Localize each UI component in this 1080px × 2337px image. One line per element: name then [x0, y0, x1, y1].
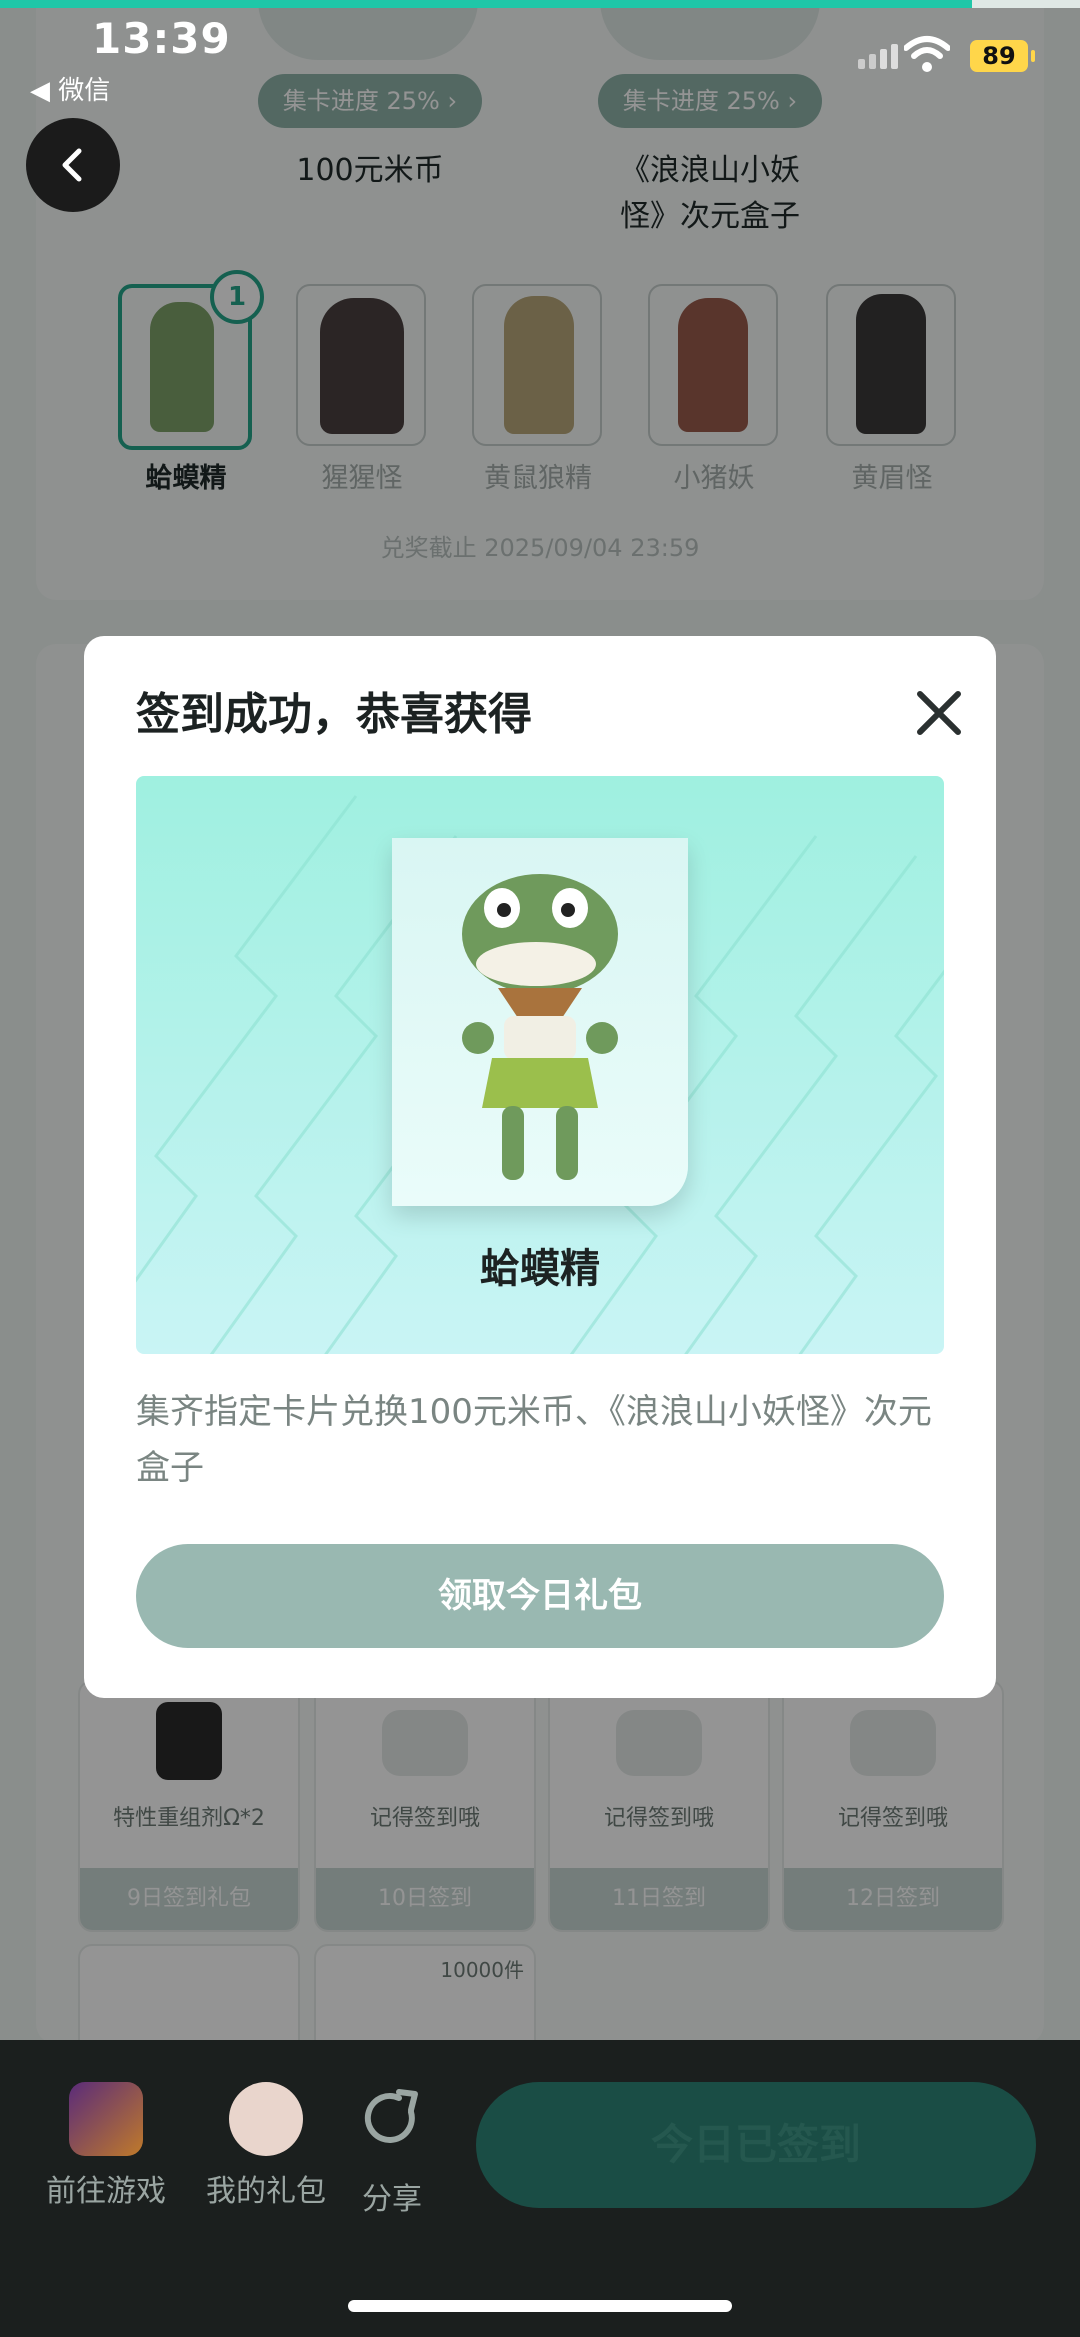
back-button[interactable]	[26, 118, 120, 212]
share-icon	[364, 2089, 418, 2143]
game-icon	[69, 2082, 143, 2156]
share-label: 分享	[362, 2182, 422, 2217]
chevron-left-icon	[62, 148, 82, 182]
reward-card-name: 蛤蟆精	[480, 1246, 600, 1292]
close-icon[interactable]	[912, 686, 966, 740]
go-game-label: 前往游戏	[46, 2174, 166, 2209]
status-time: 13:39	[92, 14, 231, 63]
card-reward-hero: 蛤蟆精	[136, 776, 944, 1354]
my-gifts-button[interactable]: 我的礼包	[196, 2082, 336, 2210]
toad-card-image	[392, 838, 688, 1206]
signed-today-button[interactable]: 今日已签到	[476, 2082, 1036, 2208]
home-indicator[interactable]	[348, 2300, 732, 2312]
claim-gift-button[interactable]: 领取今日礼包	[136, 1544, 944, 1648]
wifi-icon	[904, 36, 950, 72]
modal-description: 集齐指定卡片兑换100元米币、《浪浪山小妖怪》次元盒子	[136, 1392, 932, 1488]
toad-character-icon	[462, 874, 618, 1180]
my-gifts-label: 我的礼包	[206, 2174, 326, 2209]
sign-in-success-modal: 签到成功，恭喜获得 蛤蟆精 集齐指定卡片兑换100元米币、《浪浪山小妖怪》次元盒…	[84, 636, 996, 1698]
go-game-button[interactable]: 前往游戏	[36, 2082, 176, 2210]
page-load-progress	[0, 0, 1080, 8]
battery-indicator: 89	[970, 40, 1035, 72]
share-button[interactable]: 分享	[342, 2082, 442, 2218]
page-load-progress-fill	[0, 0, 972, 8]
avatar	[229, 2082, 303, 2156]
signal-icon	[858, 44, 898, 69]
wechat-back-link[interactable]: ◀ 微信	[30, 70, 110, 107]
modal-title: 签到成功，恭喜获得	[136, 689, 532, 740]
